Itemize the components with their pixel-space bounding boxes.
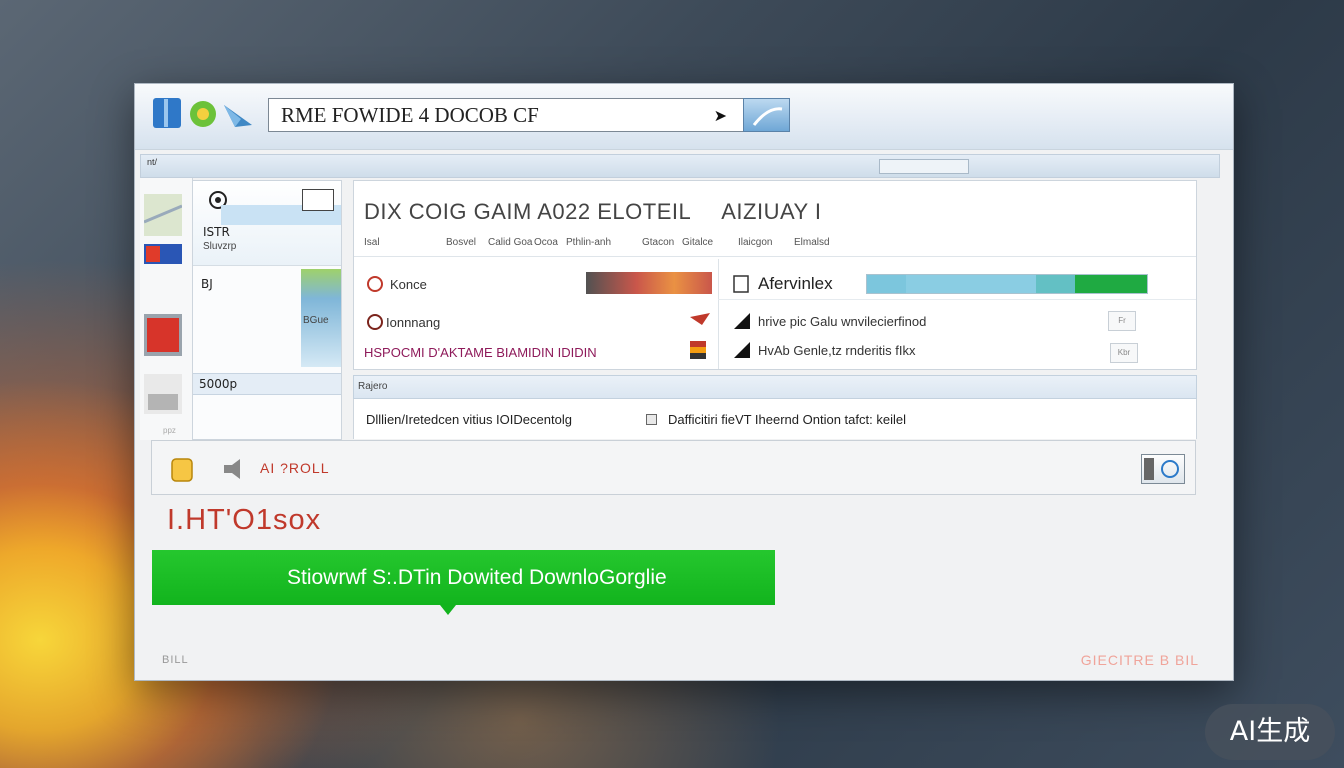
- speaker-icon[interactable]: [220, 455, 248, 488]
- nav-thumb-doc[interactable]: [144, 374, 182, 419]
- warning-icon: [366, 275, 384, 293]
- status-text: AI ?ROLL: [260, 460, 330, 476]
- globe-icon[interactable]: [187, 97, 219, 129]
- app-window: RME FOWIDE 4 DOCOB CF ➤ nt/ ISTR Sluvzrp…: [134, 83, 1234, 681]
- column-header[interactable]: Pthlin-anh: [566, 237, 611, 248]
- progress-segment: [1074, 275, 1147, 293]
- row-divider: [718, 299, 1196, 300]
- target-icon: [366, 313, 384, 331]
- sub-item-1-sub: Sluvzrp: [203, 241, 237, 252]
- options-row: Dlllien/Iretedcen vitius IOIDecentolg Da…: [353, 399, 1197, 439]
- row-3-button[interactable]: Kbr: [1110, 343, 1138, 363]
- address-value: RME FOWIDE 4 DOCOB CF: [281, 103, 539, 127]
- pin-icon: [688, 309, 710, 327]
- address-input[interactable]: RME FOWIDE 4 DOCOB CF ➤: [268, 98, 744, 132]
- main-title: DIX COIG GAIM A022 ELOTEIL AIZIUAY I: [364, 199, 822, 225]
- row-2-button[interactable]: Fr: [1108, 311, 1136, 331]
- option-2-checkbox[interactable]: [646, 414, 657, 425]
- section-heading: I.HT'O1sox: [167, 504, 322, 536]
- nav-thumb-flag[interactable]: [144, 244, 182, 269]
- progress-segment: [1035, 275, 1075, 293]
- share-icon: [1144, 458, 1179, 480]
- progress-bar: [866, 274, 1148, 294]
- flag-icon: [688, 339, 706, 359]
- row-2-label[interactable]: Ionnnang: [386, 315, 440, 330]
- sub-footer-label: ppz: [163, 426, 176, 435]
- document-icon: [732, 275, 750, 293]
- go-button[interactable]: [743, 98, 790, 132]
- row-3-right-label: HvAb Genle,tz rnderitis fIkx: [758, 343, 916, 358]
- sub-item-4[interactable]: 5000p: [193, 373, 341, 395]
- column-header[interactable]: Isal: [364, 237, 380, 248]
- title-bar: RME FOWIDE 4 DOCOB CF ➤: [135, 84, 1233, 150]
- column-header[interactable]: Calid Goa: [488, 237, 532, 248]
- sub-item-4-label: 5000p: [199, 377, 238, 391]
- column-header[interactable]: Gitalce: [682, 237, 713, 248]
- download-button[interactable]: Stiowrwf S:.DTin Dowited DownloGorglie: [152, 550, 775, 615]
- column-header[interactable]: Ocoa: [534, 237, 558, 248]
- link-icon: [732, 340, 750, 358]
- row-1-label[interactable]: Konce: [390, 277, 427, 292]
- footer-left: BILL: [162, 654, 189, 666]
- left-nav: [140, 178, 193, 440]
- sub-panel: ISTR Sluvzrp BJ BGue 5000p ppz: [163, 180, 342, 440]
- lock-icon: [168, 455, 196, 488]
- column-header[interactable]: Ilaicgon: [738, 237, 772, 248]
- nav-thumb-map[interactable]: [143, 194, 183, 241]
- strip-label: nt/: [147, 157, 158, 167]
- footer-right: GIECITRE B BIL: [1080, 652, 1199, 668]
- sub-item-1-title: ISTR: [203, 225, 230, 239]
- paper-plane-icon[interactable]: [221, 97, 253, 129]
- info-bar: Rajero: [353, 375, 1197, 399]
- sub-item-1[interactable]: ISTR Sluvzrp: [193, 181, 341, 266]
- progress-segment: [905, 275, 1036, 293]
- info-bar-label: Rajero: [358, 381, 388, 392]
- row-1-thumbnail: [586, 272, 712, 294]
- sub-item-1-checkbox[interactable]: [302, 189, 334, 211]
- tool-strip: nt/: [140, 154, 1220, 178]
- arrow-icon: [752, 107, 783, 126]
- sub-item-2[interactable]: BJ BGue: [193, 267, 341, 367]
- row-3-label[interactable]: HSPOCMI D'AKTAME BIAMIDIN IDIDIN: [364, 345, 597, 360]
- book-icon[interactable]: [151, 97, 183, 129]
- main-panel: DIX COIG GAIM A022 ELOTEIL AIZIUAY I Isal…: [353, 180, 1197, 370]
- column-headers: Isal Bosvel Calid Goa Ocoa Pthlin-anh Gtacon G…: [354, 235, 1196, 257]
- option-2-label[interactable]: Dafficitiri fieVT Iheernd Ontion tafct: …: [668, 412, 906, 427]
- main-title-secondary: AIZIUAY I: [721, 199, 822, 224]
- progress-segment: [867, 275, 906, 293]
- column-header[interactable]: Gtacon: [642, 237, 674, 248]
- sub-item-2-label: BJ: [201, 277, 213, 291]
- cursor-icon: ➤: [713, 108, 727, 125]
- status-bar: AI ?ROLL: [151, 440, 1196, 495]
- strip-search-field[interactable]: [879, 159, 969, 174]
- column-header[interactable]: Elmalsd: [794, 237, 830, 248]
- column-divider: [718, 259, 719, 369]
- ai-generated-badge: AI生成: [1205, 704, 1335, 760]
- nav-thumb-photo[interactable]: [144, 314, 182, 361]
- sub-item-3-label: BGue: [303, 315, 329, 326]
- row-1-right-label: Afervinlex: [758, 274, 833, 293]
- arrow-cursor-icon: [732, 311, 750, 329]
- column-header[interactable]: Bosvel: [446, 237, 476, 248]
- option-1-label[interactable]: Dlllien/Iretedcen vitius IOIDecentolg: [366, 412, 572, 427]
- main-title-text: DIX COIG GAIM A022 ELOTEIL: [364, 199, 692, 224]
- share-button[interactable]: [1141, 454, 1185, 484]
- row-2-right-label: hrive pic Galu wnvilecierfinod: [758, 314, 927, 329]
